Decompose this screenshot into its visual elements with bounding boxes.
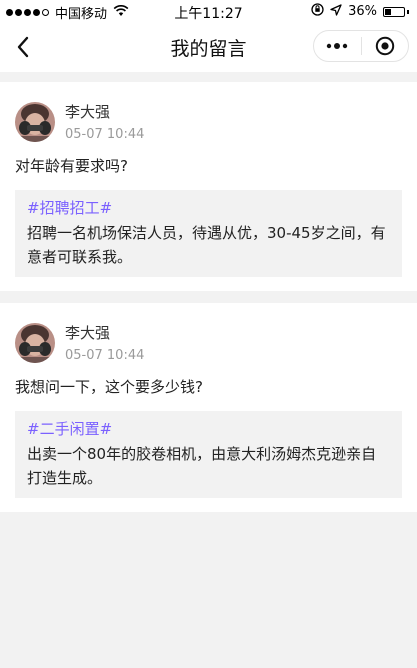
status-right: 36% <box>311 3 409 20</box>
post-time: 05-07 10:44 <box>65 348 145 363</box>
quoted-post-text: 招聘一名机场保洁人员，待遇从优，30-45岁之间，有意者可联系我。 <box>27 224 386 266</box>
message-header: 李大强 05-07 10:44 <box>15 94 402 144</box>
post-time: 05-07 10:44 <box>65 127 145 142</box>
user-info: 李大强 05-07 10:44 <box>65 323 144 365</box>
user-name: 李大强 <box>65 103 111 121</box>
battery-cap <box>407 9 409 14</box>
message-card[interactable]: 李大强 05-07 10:44 对年龄有要求吗? #招聘招工# 招聘一名机场保洁… <box>0 82 417 291</box>
battery-fill <box>385 8 391 15</box>
message-text: 我想问一下，这个要多少钱? <box>15 378 203 396</box>
message-list: 李大强 05-07 10:44 对年龄有要求吗? #招聘招工# 招聘一名机场保洁… <box>0 72 417 512</box>
more-button[interactable] <box>314 31 361 61</box>
quoted-post[interactable]: #招聘招工# 招聘一名机场保洁人员，待遇从优，30-45岁之间，有意者可联系我。 <box>15 190 402 277</box>
topic-tag[interactable]: #招聘招工# <box>27 197 390 219</box>
avatar[interactable] <box>15 323 55 363</box>
battery-icon <box>383 6 405 17</box>
quoted-post[interactable]: #二手闲置# 出卖一个80年的胶卷相机，由意大利汤姆杰克逊亲自打造生成。 <box>15 411 402 498</box>
avatar[interactable] <box>15 102 55 142</box>
orientation-lock-icon <box>311 3 324 20</box>
user-info: 李大强 05-07 10:44 <box>65 102 144 144</box>
mini-program-capsule <box>313 30 409 62</box>
user-name: 李大强 <box>65 324 111 342</box>
topic-tag[interactable]: #二手闲置# <box>27 418 390 440</box>
more-dots-icon <box>327 43 348 49</box>
nav-bar: 我的留言 <box>0 22 417 72</box>
location-arrow-icon <box>330 3 342 20</box>
message-card[interactable]: 李大强 05-07 10:44 我想问一下，这个要多少钱? #二手闲置# 出卖一… <box>0 303 417 512</box>
message-text: 对年龄有要求吗? <box>15 157 128 175</box>
target-close-icon <box>375 36 394 56</box>
quoted-post-text: 出卖一个80年的胶卷相机，由意大利汤姆杰克逊亲自打造生成。 <box>27 445 377 487</box>
status-bar: 中国移动 上午11:27 36% <box>0 0 417 22</box>
message-header: 李大强 05-07 10:44 <box>15 315 402 365</box>
battery-percent: 36% <box>348 4 377 19</box>
close-mini-program-button[interactable] <box>362 31 409 61</box>
